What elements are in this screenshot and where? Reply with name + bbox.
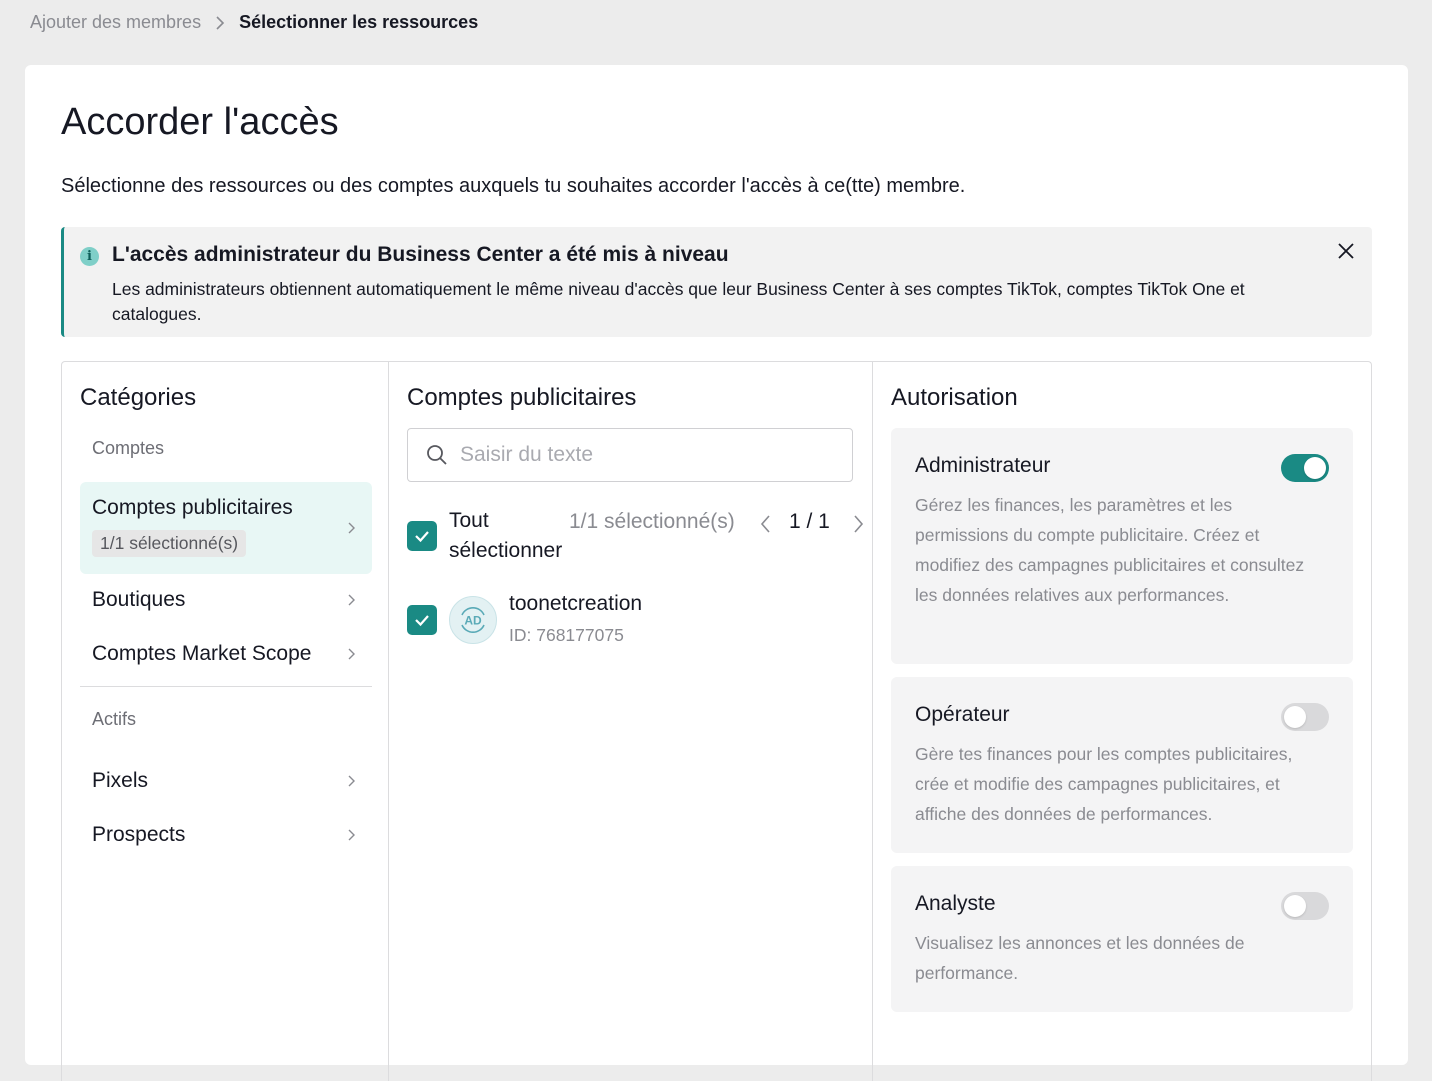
category-label: Pixels (92, 769, 149, 792)
chevron-right-icon (348, 522, 355, 534)
category-item-shops[interactable]: Boutiques (80, 580, 372, 620)
search-box (407, 428, 853, 482)
role-description: Gère tes finances pour les comptes publi… (915, 744, 1293, 824)
selected-count: 1/1 sélectionné(s) (569, 510, 735, 533)
ad-account-avatar-icon: AD (449, 596, 497, 644)
role-description: Gérez les finances, les paramètres et le… (915, 495, 1305, 605)
info-icon: i (80, 247, 99, 266)
main-card: Accorder l'accès Sélectionne des ressour… (25, 65, 1408, 1081)
role-card-operator: Opérateur Gère tes finances pour les com… (891, 677, 1353, 853)
authorization-panel: Autorisation Administrateur Gérez les fi… (873, 362, 1372, 1081)
page-title: Accorder l'accès (61, 101, 339, 143)
role-name: Analyste (915, 892, 996, 915)
role-name: Opérateur (915, 703, 1010, 726)
search-icon (427, 445, 447, 465)
authorization-title: Autorisation (891, 384, 1018, 411)
category-item-prospects[interactable]: Prospects (80, 815, 372, 855)
banner-text: Les administrateurs obtiennent automatiq… (112, 279, 1245, 324)
category-divider (80, 686, 372, 687)
chevron-right-icon (348, 829, 355, 841)
chevron-left-icon[interactable] (759, 514, 773, 534)
analyst-toggle[interactable] (1281, 892, 1329, 920)
category-label: Comptes Market Scope (92, 642, 312, 665)
category-label: Prospects (92, 823, 186, 846)
pager-text: 1 / 1 (789, 510, 830, 533)
toggle-knob (1284, 706, 1306, 728)
role-card-analyst: Analyste Visualisez les annonces et les … (891, 866, 1353, 1012)
role-card-admin: Administrateur Gérez les finances, les p… (891, 428, 1353, 664)
role-name: Administrateur (915, 454, 1051, 477)
select-all-label[interactable]: Tout sélectionner (449, 506, 579, 566)
account-name: toonetcreation (509, 592, 643, 615)
banner-title: L'accès administrateur du Business Cente… (112, 243, 729, 266)
category-item-pixels[interactable]: Pixels (80, 761, 372, 801)
svg-text:AD: AD (464, 614, 482, 628)
section-label-accounts: Comptes (92, 438, 165, 458)
chevron-right-icon (348, 594, 355, 606)
breadcrumb-item-add-members[interactable]: Ajouter des membres (30, 12, 201, 33)
page-subtitle: Sélectionne des ressources ou des compte… (61, 175, 966, 197)
account-id: ID: 768177075 (509, 625, 624, 645)
chevron-right-icon[interactable] (851, 514, 865, 534)
checkmark-icon (415, 531, 429, 543)
select-all-checkbox[interactable] (407, 521, 437, 551)
selected-count-badge: 1/1 sélectionné(s) (92, 530, 247, 557)
info-banner: i L'accès administrateur du Business Cen… (61, 227, 1372, 337)
chevron-right-icon (348, 775, 355, 787)
account-checkbox[interactable] (407, 605, 437, 635)
category-label: Comptes publicitaires (92, 496, 293, 519)
accounts-title: Comptes publicitaires (407, 384, 637, 411)
close-icon[interactable] (1334, 239, 1358, 263)
ad-badge-icon: AD (461, 607, 485, 633)
resource-panels: Catégories Comptes Comptes publicitaires… (61, 361, 1372, 1081)
categories-panel: Catégories Comptes Comptes publicitaires… (62, 362, 389, 1081)
section-label-assets: Actifs (92, 709, 137, 729)
admin-toggle[interactable] (1281, 454, 1329, 482)
checkmark-icon (415, 615, 429, 627)
chevron-right-icon (216, 15, 225, 30)
category-item-market-scope[interactable]: Comptes Market Scope (80, 634, 372, 674)
search-input[interactable] (460, 439, 840, 471)
categories-title: Catégories (80, 384, 197, 411)
operator-toggle[interactable] (1281, 703, 1329, 731)
role-description: Visualisez les annonces et les données d… (915, 933, 1245, 983)
category-item-ad-accounts[interactable]: Comptes publicitaires 1/1 sélectionné(s) (80, 482, 372, 574)
ad-accounts-panel: Comptes publicitaires Tout sélectionner … (389, 362, 873, 1081)
chevron-right-icon (348, 648, 355, 660)
breadcrumb: Ajouter des membres Sélectionner les res… (30, 12, 478, 33)
category-label: Boutiques (92, 588, 186, 611)
breadcrumb-item-current: Sélectionner les ressources (239, 12, 479, 32)
toggle-knob (1304, 457, 1326, 479)
toggle-knob (1284, 895, 1306, 917)
